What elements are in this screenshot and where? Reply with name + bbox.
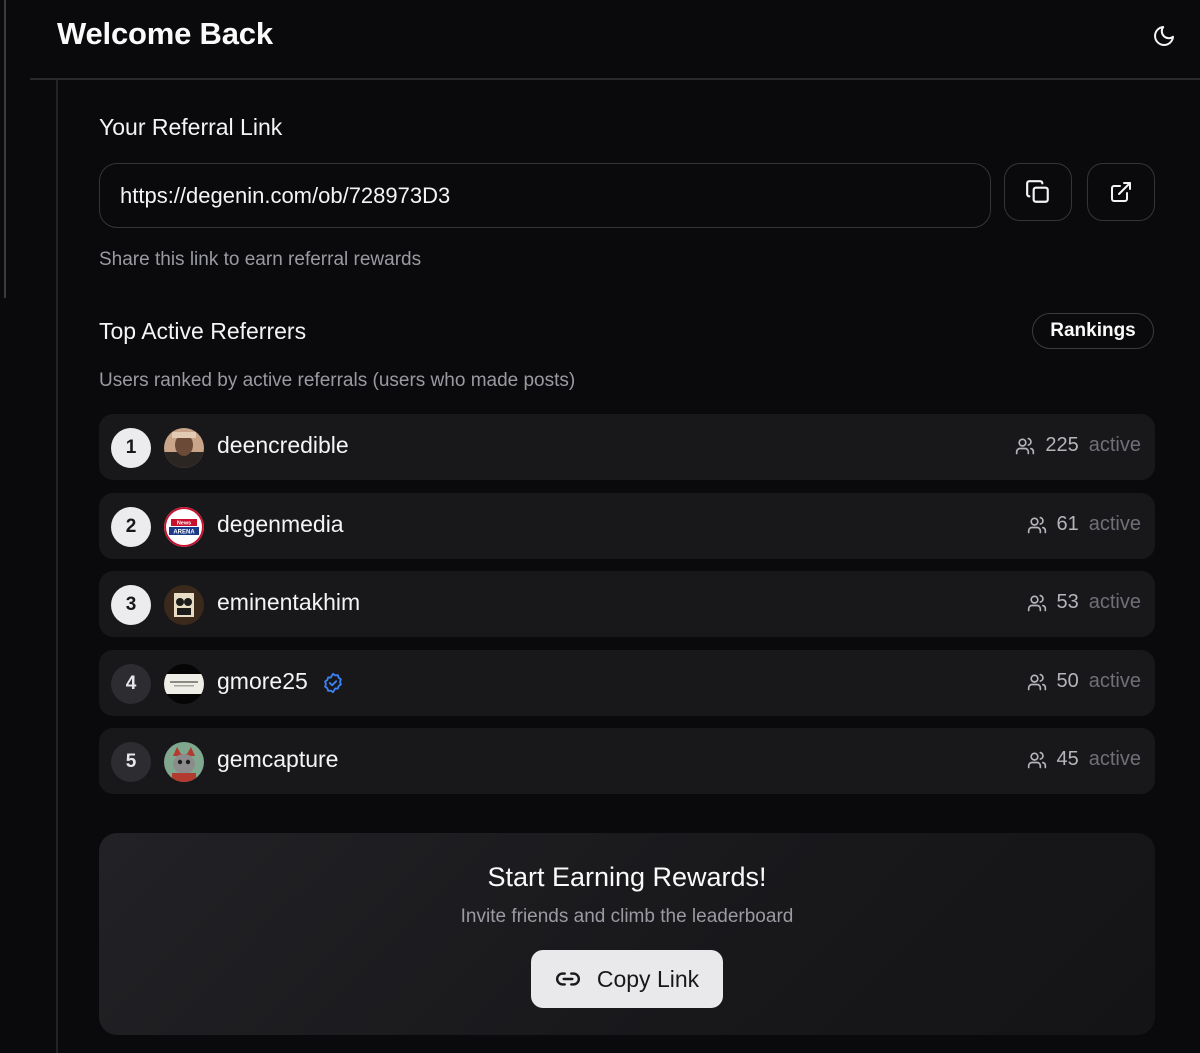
theme-toggle-button[interactable] xyxy=(1148,16,1180,56)
external-link-icon xyxy=(1111,182,1131,202)
avatar xyxy=(164,585,204,625)
leaderboard-subtitle: Users ranked by active referrals (users … xyxy=(99,370,576,391)
avatar-logo-text-top: News xyxy=(177,521,191,527)
username: gmore25 xyxy=(217,668,308,694)
referrer-row-2[interactable]: 2 News ARENA degenmedia 61 active xyxy=(99,493,1155,559)
rank-badge: 5 xyxy=(111,742,151,782)
active-label: active xyxy=(1088,513,1141,535)
active-count: 50 active xyxy=(1027,670,1141,693)
active-count: 225 active xyxy=(1015,434,1141,457)
avatar: News ARENA xyxy=(164,507,204,547)
sidebar-edge xyxy=(4,0,6,298)
cta-subtitle: Invite friends and climb the leaderboard xyxy=(460,906,794,927)
users-icon xyxy=(1027,751,1046,768)
avatar xyxy=(164,742,204,782)
active-count-value: 45 xyxy=(1056,748,1079,770)
avatar xyxy=(164,428,204,468)
leaderboard-title: Top Active Referrers xyxy=(99,318,307,344)
active-count-value: 225 xyxy=(1045,434,1079,456)
rank-badge: 4 xyxy=(111,664,151,704)
moon-icon xyxy=(1154,26,1174,46)
referral-panel: Your Referral Link Share this link to ea… xyxy=(56,80,1200,1053)
avatar-logo-text-bottom: ARENA xyxy=(173,529,195,535)
active-label: active xyxy=(1088,748,1141,770)
link-icon xyxy=(555,972,580,986)
users-icon xyxy=(1027,673,1046,690)
open-link-button[interactable] xyxy=(1087,163,1155,221)
app-root: Welcome Back Your Referral Link Share th… xyxy=(0,0,1200,1053)
active-count-value: 53 xyxy=(1056,591,1079,613)
active-count: 45 active xyxy=(1027,748,1141,771)
rank-badge: 1 xyxy=(111,428,151,468)
verified-badge-icon xyxy=(324,672,342,694)
rank-badge: 3 xyxy=(111,585,151,625)
username: degenmedia xyxy=(217,511,344,537)
page-title: Welcome Back xyxy=(57,16,273,51)
copy-link-button[interactable] xyxy=(1004,163,1072,221)
referral-link-input[interactable] xyxy=(99,163,991,228)
active-count: 53 active xyxy=(1027,591,1141,614)
copy-link-label: Copy Link xyxy=(596,965,700,992)
referrer-row-1[interactable]: 1 deencredible 225 active xyxy=(99,414,1155,480)
avatar xyxy=(164,664,204,704)
rewards-cta-card: Start Earning Rewards! Invite friends an… xyxy=(99,833,1155,1035)
referrer-row-3[interactable]: 3 eminentakhim 53 active xyxy=(99,571,1155,637)
username: eminentakhim xyxy=(217,589,361,615)
header: Welcome Back xyxy=(30,0,1200,80)
copy-link-cta-button[interactable]: Copy Link xyxy=(531,950,723,1008)
rankings-button[interactable]: Rankings xyxy=(1032,313,1154,349)
username: gemcapture xyxy=(217,746,339,772)
referral-hint: Share this link to earn referral rewards xyxy=(99,249,422,270)
cta-title: Start Earning Rewards! xyxy=(487,862,767,892)
active-count-value: 61 xyxy=(1056,513,1079,535)
referrer-row-5[interactable]: 5 gemcapture 45 active xyxy=(99,728,1155,794)
username: deencredible xyxy=(217,432,349,458)
referrer-row-4[interactable]: 4 gmore25 50 active xyxy=(99,650,1155,716)
active-label: active xyxy=(1088,670,1141,692)
active-count-value: 50 xyxy=(1056,670,1079,692)
active-label: active xyxy=(1088,591,1141,613)
active-label: active xyxy=(1088,434,1141,456)
users-icon xyxy=(1016,437,1035,454)
copy-icon xyxy=(1026,180,1049,203)
rank-badge: 2 xyxy=(111,507,151,547)
referral-link-title: Your Referral Link xyxy=(99,114,283,140)
users-icon xyxy=(1027,516,1046,533)
active-count: 61 active xyxy=(1027,513,1141,536)
users-icon xyxy=(1027,594,1046,611)
